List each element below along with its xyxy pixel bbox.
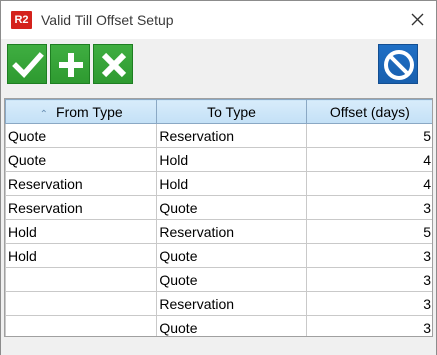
cell-from-type[interactable]: Reservation xyxy=(5,195,158,220)
cell-from-type[interactable] xyxy=(5,291,158,316)
cell-from-type[interactable]: Reservation xyxy=(5,171,158,196)
header-row: ⌃ From Type To Type Offset (days) xyxy=(5,99,432,124)
table-row[interactable]: Quote 3 xyxy=(5,267,432,292)
x-icon xyxy=(101,52,127,78)
offset-grid[interactable]: ⌃ From Type To Type Offset (days) Quote Re… xyxy=(4,98,433,337)
cell-offset-days[interactable]: 4 xyxy=(305,147,432,172)
cell-offset-days[interactable]: 3 xyxy=(305,195,432,220)
table-row[interactable]: Quote Hold 4 xyxy=(5,147,432,172)
table-row[interactable]: Quote 3 xyxy=(5,315,432,336)
window-title: Valid Till Offset Setup xyxy=(41,12,174,28)
cell-to-type[interactable]: Hold xyxy=(156,171,307,196)
table-row[interactable]: Reservation Quote 3 xyxy=(5,195,432,220)
grid-body: Quote Reservation 5 Quote Hold 4 Reservation Ho… xyxy=(5,123,432,336)
prohibited-icon xyxy=(384,50,414,80)
cell-from-type[interactable]: Hold xyxy=(5,219,158,244)
column-header-offset-days[interactable]: Offset (days) xyxy=(305,99,432,124)
cell-to-type[interactable]: Quote xyxy=(156,243,307,268)
table-row[interactable]: Quote Reservation 5 xyxy=(5,123,432,148)
cell-to-type[interactable]: Reservation xyxy=(156,291,307,316)
plus-icon xyxy=(59,53,83,77)
app-logo-icon: R2 xyxy=(11,11,32,29)
cell-to-type[interactable]: Reservation xyxy=(156,123,307,148)
table-row[interactable]: Hold Quote 3 xyxy=(5,243,432,268)
checkmark-icon xyxy=(12,52,44,79)
cell-offset-days[interactable]: 5 xyxy=(305,219,432,244)
close-button[interactable] xyxy=(405,9,429,31)
cell-offset-days[interactable]: 3 xyxy=(305,267,432,292)
title-bar: R2 Valid Till Offset Setup xyxy=(1,1,436,39)
cell-from-type[interactable] xyxy=(5,267,158,292)
column-header-from-type[interactable]: ⌃ From Type xyxy=(5,99,158,124)
toolbar xyxy=(1,39,436,91)
add-button[interactable] xyxy=(50,44,90,84)
delete-button[interactable] xyxy=(93,44,133,84)
cell-to-type[interactable]: Quote xyxy=(156,267,307,292)
cell-offset-days[interactable]: 3 xyxy=(305,243,432,268)
table-row[interactable]: Reservation 3 xyxy=(5,291,432,316)
offset-table: ⌃ From Type To Type Offset (days) Quote Re… xyxy=(5,99,432,336)
cell-from-type[interactable]: Quote xyxy=(5,147,158,172)
dialog-window: R2 Valid Till Offset Setup ⌃ From Type T… xyxy=(0,0,437,355)
cell-offset-days[interactable]: 3 xyxy=(305,291,432,316)
table-row[interactable]: Reservation Hold 4 xyxy=(5,171,432,196)
table-row[interactable]: Hold Reservation 5 xyxy=(5,219,432,244)
close-icon xyxy=(411,13,424,26)
cell-offset-days[interactable]: 4 xyxy=(305,171,432,196)
cell-to-type[interactable]: Quote xyxy=(156,195,307,220)
status-bar xyxy=(1,339,436,355)
column-header-to-type[interactable]: To Type xyxy=(156,99,307,124)
cancel-button[interactable] xyxy=(378,44,418,84)
cell-offset-days[interactable]: 5 xyxy=(305,123,432,148)
cell-to-type[interactable]: Hold xyxy=(156,147,307,172)
cell-offset-days[interactable]: 3 xyxy=(305,315,432,336)
cell-to-type[interactable]: Quote xyxy=(156,315,307,336)
cell-from-type[interactable]: Hold xyxy=(5,243,158,268)
confirm-button[interactable] xyxy=(7,44,47,84)
cell-from-type[interactable]: Quote xyxy=(5,123,158,148)
sort-ascending-icon: ⌃ xyxy=(39,108,49,120)
cell-from-type[interactable] xyxy=(5,315,158,336)
cell-to-type[interactable]: Reservation xyxy=(156,219,307,244)
